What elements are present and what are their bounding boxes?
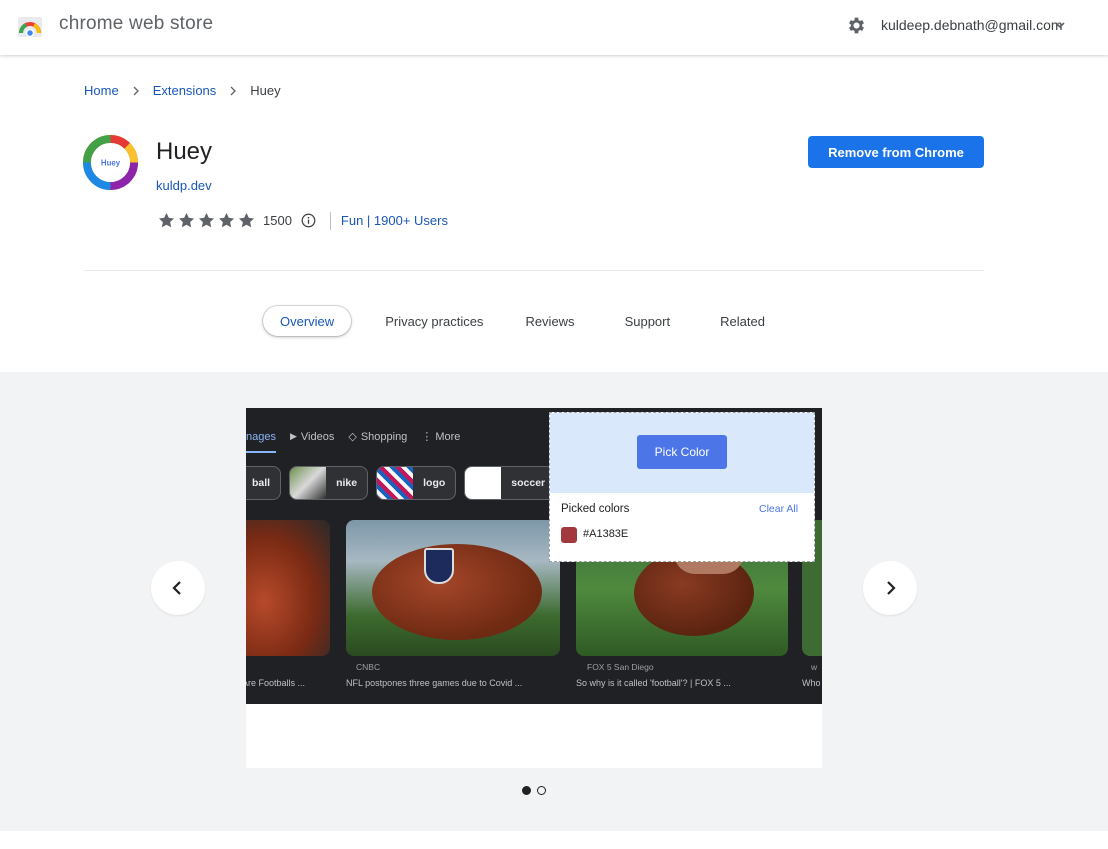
breadcrumb: Home Extensions Huey — [84, 83, 281, 98]
rating-stars — [157, 211, 257, 230]
screenshot-tab-images: nages — [246, 430, 276, 443]
info-icon[interactable] — [301, 213, 316, 228]
screenshot-tab-more: ⋮ More — [421, 430, 461, 444]
extension-name: Huey — [156, 138, 213, 165]
screenshot-result-image — [346, 520, 560, 656]
tab-related[interactable]: Related — [695, 306, 790, 336]
screenshot-chip: ball — [246, 466, 282, 500]
tab-overview[interactable]: Overview — [263, 306, 351, 336]
store-title[interactable]: chrome web store — [59, 13, 213, 35]
screenshot-card-source: CNBC — [356, 662, 381, 672]
rating-count[interactable]: 1500 — [263, 213, 292, 228]
screenshot-tab-shopping: ◇ Shopping — [348, 430, 408, 444]
screenshot-card-source: w — [811, 662, 818, 672]
color-swatch — [561, 527, 577, 543]
picked-colors-title: Picked colors — [561, 503, 630, 515]
tag-icon: ◇ — [348, 431, 357, 443]
chevron-right-icon — [887, 581, 896, 595]
gear-icon[interactable] — [846, 15, 867, 36]
screenshot-chip: logo — [376, 466, 457, 500]
picker-header: Pick Color — [550, 413, 814, 493]
color-picker-popup: Pick Color Picked colors Clear All #A138… — [549, 412, 815, 562]
star-icon — [158, 212, 175, 228]
slide-dot[interactable] — [537, 786, 546, 795]
screenshot-card-source: FOX 5 San Diego — [587, 662, 654, 672]
breadcrumb-home[interactable]: Home — [84, 83, 119, 98]
screenshot-gallery: nages ▶ Videos ◇ Shopping ⋮ More ball nike … — [0, 372, 1108, 831]
play-icon: ▶ — [289, 431, 297, 441]
rating-row: 1500 Fun | 1900+ Users — [157, 211, 448, 230]
remove-from-chrome-button[interactable]: Remove from Chrome — [808, 136, 984, 168]
clear-all-link: Clear All — [759, 503, 799, 515]
chevron-left-icon — [172, 581, 181, 595]
star-icon — [238, 212, 255, 228]
slide-dot-active[interactable] — [522, 786, 531, 795]
gallery-slide: nages ▶ Videos ◇ Shopping ⋮ More ball nike … — [246, 408, 822, 768]
divider — [329, 211, 331, 230]
category-link[interactable]: Fun | 1900+ Users — [341, 213, 448, 228]
previous-slide-button[interactable] — [151, 561, 205, 615]
star-icon — [198, 212, 215, 228]
chip-thumbnail — [290, 467, 327, 499]
detail-tabs: Overview Privacy practices Reviews Suppo… — [263, 306, 790, 336]
next-slide-button[interactable] — [863, 561, 917, 615]
screenshot-tab-videos: ▶ Videos — [289, 430, 335, 443]
tab-reviews[interactable]: Reviews — [500, 306, 599, 336]
screenshot-search-tabs: nages ▶ Videos ◇ Shopping ⋮ More — [246, 430, 474, 444]
star-icon — [178, 212, 195, 228]
tab-support[interactable]: Support — [600, 306, 696, 336]
developer-link[interactable]: kuldp.dev — [156, 178, 212, 193]
screenshot-card-caption: Who — [802, 678, 821, 688]
screenshot-card-caption: NFL postpones three games due to Covid .… — [346, 678, 523, 688]
star-icon — [218, 212, 235, 228]
chevron-down-icon[interactable] — [1054, 19, 1066, 31]
chip-thumbnail — [377, 467, 414, 499]
screenshot-card-caption: So why is it called 'football'? | FOX 5 … — [576, 678, 731, 688]
breadcrumb-current: Huey — [250, 83, 281, 98]
extension-icon-text: Huey — [101, 158, 121, 167]
account-email[interactable]: kuldeep.debnath@gmail.com — [881, 17, 1063, 33]
header-divider — [84, 270, 984, 271]
chevron-right-icon — [133, 86, 139, 95]
screenshot-chip: soccer — [464, 466, 557, 500]
nfl-shield-image — [424, 548, 454, 584]
pick-color-button: Pick Color — [637, 435, 727, 469]
tab-privacy-practices[interactable]: Privacy practices — [368, 306, 500, 336]
screenshot-card-caption: Are Footballs ... — [246, 678, 306, 688]
color-hex-value: #A1383E — [583, 528, 629, 540]
chip-thumbnail — [465, 467, 502, 499]
extension-icon: Huey — [83, 135, 138, 190]
top-bar: chrome web store kuldeep.debnath@gmail.c… — [0, 0, 1108, 55]
screenshot-result-image — [246, 520, 330, 656]
slide-indicator — [522, 786, 552, 795]
more-icon: ⋮ — [421, 431, 433, 443]
breadcrumb-extensions[interactable]: Extensions — [153, 83, 217, 98]
chrome-web-store-logo[interactable] — [18, 15, 42, 37]
screenshot-chips: ball nike logo soccer — [246, 466, 564, 500]
screenshot-tab-indicator — [246, 451, 276, 453]
football-image — [372, 544, 542, 640]
screenshot-chip: nike — [289, 466, 369, 500]
extension-screenshot: nages ▶ Videos ◇ Shopping ⋮ More ball nike … — [246, 408, 822, 704]
chevron-right-icon — [230, 86, 237, 95]
